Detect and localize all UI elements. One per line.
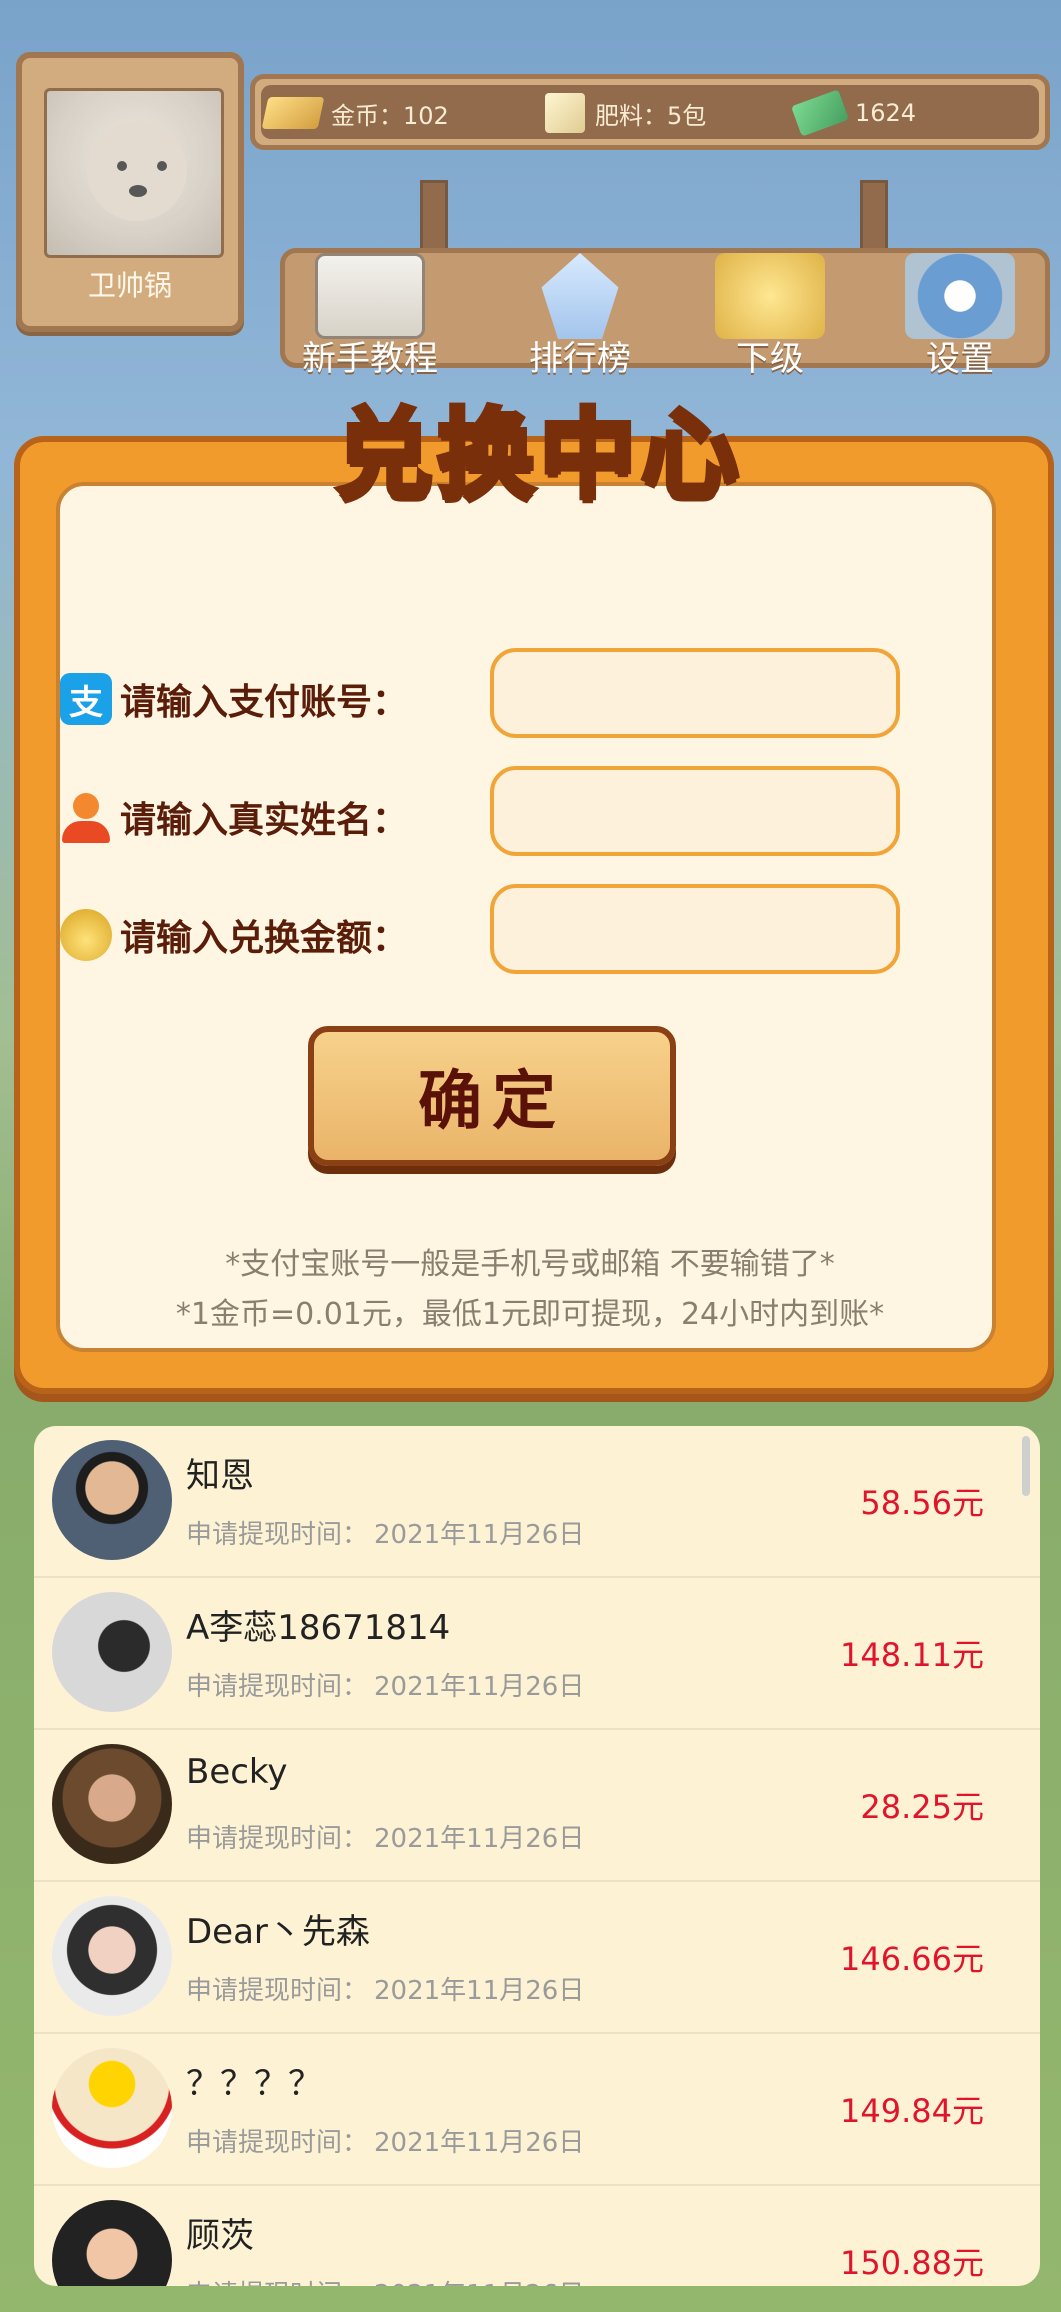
real-name-label: 请输入真实姓名： (120, 800, 409, 841)
note-account-hint: *支付宝账号一般是手机号或邮箱 不要输错了* (225, 1247, 835, 1282)
avatar (52, 1592, 172, 1712)
list-item-name: ？？？？ (186, 2064, 322, 2104)
real-name-row: 请输入真实姓名： (60, 772, 460, 862)
menu-subordinates[interactable]: 下级 (685, 253, 855, 383)
dog-avatar-icon (87, 121, 187, 221)
menu-tutorial-label: 新手教程 (302, 339, 438, 379)
list-item-time-label: 申请提现时间： (186, 1520, 369, 1550)
withdrawal-list[interactable]: 知恩 申请提现时间： 2021年11月26日 58.56元 A李蕊1867181… (34, 1426, 1040, 2286)
user-avatar-card[interactable]: 卫帅锅 (16, 52, 244, 332)
avatar (52, 1744, 172, 1864)
list-item-time-label: 申请提现时间： (186, 1672, 369, 1702)
note-exchange-rate: *1金币=0.01元，最低1元即可提现，24小时内到账* (175, 1297, 885, 1332)
stats-bar: 金币：102 肥料：5包 1624 (250, 74, 1050, 150)
avatar (52, 2200, 172, 2286)
avatar-eye-icon (117, 161, 127, 171)
list-item-time-label: 申请提现时间： (186, 2128, 369, 2158)
list-item-time-label: 申请提现时间： (186, 1976, 369, 2006)
fertilizer-value: 肥料：5包 (595, 101, 707, 130)
menu-subordinates-label: 下级 (736, 339, 804, 379)
list-item-name: 知恩 (186, 1456, 254, 1496)
list-item-amount: 58.56元 (860, 1484, 984, 1522)
list-item-amount: 150.88元 (840, 2244, 984, 2282)
list-item: 知恩 申请提现时间： 2021年11月26日 58.56元 (34, 1426, 1040, 1578)
list-item-time-label: 申请提现时间： (186, 1824, 369, 1854)
list-item-name: 顾茨 (186, 2216, 254, 2256)
list-item-time: 2021年11月26日 (374, 1976, 585, 2006)
list-item: 顾茨 申请提现时间： 2021年11月26日 150.88元 (34, 2186, 1040, 2286)
signpost (420, 180, 448, 252)
confirm-button[interactable]: 确定 (308, 1026, 676, 1166)
amount-label: 请输入兑换金额： (120, 918, 409, 959)
gear-icon (905, 253, 1015, 339)
signpost (860, 180, 888, 252)
avatar (52, 2048, 172, 2168)
panel-title-wrap: 兑换中心 (280, 376, 800, 516)
alipay-account-input[interactable] (490, 648, 900, 738)
panel-title: 兑换中心 (333, 396, 744, 514)
avatar (52, 1896, 172, 2016)
gold-bar-icon (261, 97, 325, 129)
alipay-account-label: 请输入支付账号： (120, 682, 409, 723)
list-item-time: 2021年11月26日 (374, 2274, 584, 2286)
avatar (52, 1440, 172, 1560)
gold-stat: 金币：102 (261, 93, 449, 133)
user-icon (60, 791, 112, 843)
coins-icon (715, 253, 825, 339)
menu-tutorial[interactable]: 新手教程 (285, 253, 455, 383)
money-bag-icon (60, 909, 112, 961)
real-name-input[interactable] (490, 766, 900, 856)
game-screen: 卫帅锅 金币：102 肥料：5包 1624 新手教程 排行榜 下级 设置 兑换中… (0, 0, 1061, 2312)
cash-icon (791, 89, 849, 137)
menu-settings[interactable]: 设置 (875, 253, 1045, 383)
list-item-amount: 28.25元 (860, 1788, 984, 1826)
list-item-time: 2021年11月26日 (374, 1672, 585, 1702)
list-item: Becky 申请提现时间： 2021年11月26日 28.25元 (34, 1730, 1040, 1882)
list-item-time-label: 申请提现时间： (186, 2274, 368, 2286)
book-icon (315, 253, 425, 339)
avatar (44, 88, 224, 258)
list-item-amount: 146.66元 (840, 1940, 984, 1978)
user-name: 卫帅锅 (87, 269, 172, 302)
avatar-nose-icon (129, 185, 147, 197)
list-item-time: 2021年11月26日 (374, 1824, 585, 1854)
list-item-name: A李蕊18671814 (186, 1608, 451, 1648)
list-item-amount: 148.11元 (840, 1636, 984, 1674)
list-item: ？？？？ 申请提现时间： 2021年11月26日 149.84元 (34, 2034, 1040, 2186)
alipay-icon: 支 (60, 673, 112, 725)
list-item: Dear丶先森 申请提现时间： 2021年11月26日 146.66元 (34, 1882, 1040, 2034)
crystal-icon (541, 253, 619, 339)
menu-board: 新手教程 排行榜 下级 设置 (280, 248, 1050, 379)
cash-value: 1624 (855, 99, 917, 127)
list-item-name: Dear丶先森 (186, 1912, 370, 1952)
avatar-eye-icon (157, 161, 167, 171)
list-item-amount: 149.84元 (840, 2092, 984, 2130)
list-item-time: 2021年11月26日 (374, 1520, 585, 1550)
menu-leaderboard[interactable]: 排行榜 (495, 253, 665, 383)
cash-stat: 1624 (791, 89, 917, 137)
fertilizer-bag-icon (545, 93, 585, 133)
amount-row: 请输入兑换金额： (60, 890, 460, 980)
notes: *支付宝账号一般是手机号或邮箱 不要输错了* *1金币=0.01元，最低1元即可… (60, 1240, 1000, 1340)
list-item: A李蕊18671814 申请提现时间： 2021年11月26日 148.11元 (34, 1578, 1040, 1730)
amount-input[interactable] (490, 884, 900, 974)
fertilizer-stat: 肥料：5包 (545, 93, 706, 133)
list-item-time: 2021年11月26日 (374, 2128, 585, 2158)
gold-value: 金币：102 (331, 101, 449, 130)
alipay-account-row: 支 请输入支付账号： (60, 654, 460, 744)
list-item-name: Becky (186, 1752, 288, 1792)
menu-settings-label: 设置 (926, 339, 994, 379)
